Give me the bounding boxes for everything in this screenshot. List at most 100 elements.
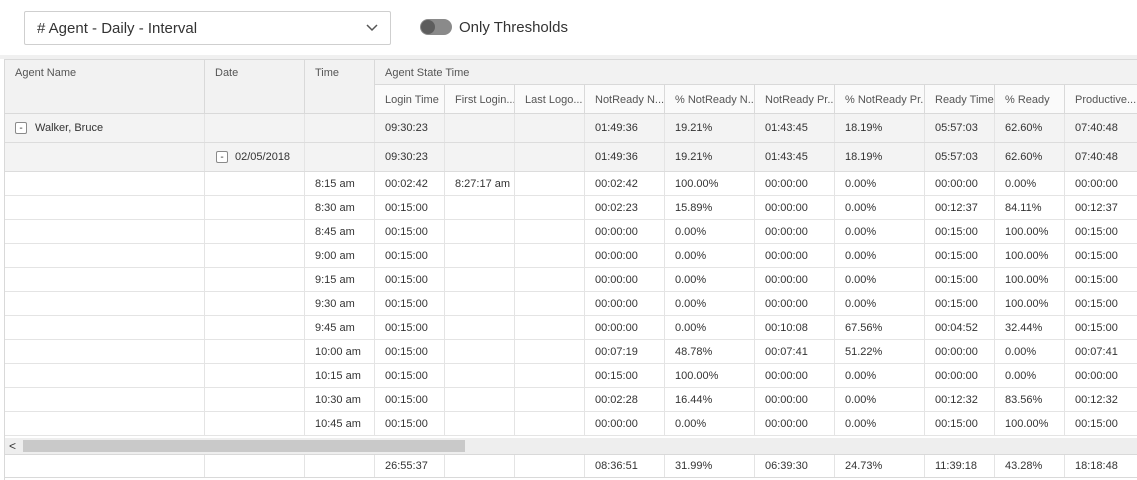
- cell-col-7: 67.56%: [835, 316, 925, 339]
- column-header-1[interactable]: Login Time: [375, 85, 445, 114]
- cell-col-6: 00:00:00: [755, 220, 835, 243]
- header-label: % NotReady N...: [675, 94, 755, 106]
- cell-col-10: 00:15:00: [1065, 316, 1137, 339]
- only-thresholds-toggle[interactable]: [420, 19, 452, 35]
- cell-col-3: [515, 388, 585, 411]
- report-select[interactable]: # Agent - Daily - Interval: [24, 11, 391, 45]
- cell-value: 62.60%: [1005, 151, 1043, 163]
- column-header-5[interactable]: % NotReady N...: [665, 85, 755, 114]
- cell-col-5: 19.21%: [665, 114, 755, 142]
- cell-value: 00:15:00: [1075, 417, 1118, 430]
- horizontal-scrollbar[interactable]: <: [5, 438, 1137, 454]
- table-row[interactable]: 9:30 am 00:15:00 00:00:00 0.00% 00:00:00 0.00…: [5, 292, 1137, 316]
- cell-col-6: 00:00:00: [755, 244, 835, 267]
- column-header-time[interactable]: Time: [305, 60, 375, 114]
- cell-value: 00:00:00: [765, 225, 808, 238]
- header-label: Date: [215, 67, 239, 79]
- table-row[interactable]: 10:00 am 00:15:00 00:07:19 48.78% 00:07:41 51…: [5, 340, 1137, 364]
- cell-value: 00:00:00: [1075, 177, 1118, 190]
- cell-value: 00:02:23: [595, 201, 638, 214]
- cell-value: 18.19%: [845, 151, 883, 163]
- cell-col-2: [445, 114, 515, 142]
- cell-value: 0.00%: [845, 369, 877, 382]
- cell-col-4: 00:02:28: [585, 388, 665, 411]
- date-cell: [205, 340, 305, 363]
- cell-col-5: 0.00%: [665, 316, 755, 339]
- header-label: Agent State Time: [385, 67, 470, 79]
- agent-name-cell: - Walker, Bruce: [5, 114, 205, 142]
- cell-value: 0.00%: [845, 201, 877, 214]
- column-header-2[interactable]: First Login...: [445, 85, 515, 114]
- cell-value: 00:07:41: [1075, 345, 1118, 358]
- total-value: 43.28%: [1005, 460, 1043, 472]
- cell-value: 15.89%: [675, 201, 713, 214]
- table-row[interactable]: 9:00 am 00:15:00 00:00:00 0.00% 00:00:00 0.00…: [5, 244, 1137, 268]
- cell-value: 0.00%: [845, 249, 877, 262]
- column-header-agent-name[interactable]: Agent Name: [5, 60, 205, 114]
- agent-group-row[interactable]: - Walker, Bruce 09:30:23 01:49:36 19.21% 01:4…: [5, 114, 1137, 143]
- cell-col-1: 00:15:00: [375, 412, 445, 435]
- column-header-10[interactable]: Productive...: [1065, 85, 1137, 114]
- column-header-6[interactable]: NotReady Pr...: [755, 85, 835, 114]
- cell-text: 8:45 am: [315, 225, 355, 238]
- collapse-toggle[interactable]: -: [216, 151, 228, 163]
- cell-col-4: 00:00:00: [585, 268, 665, 291]
- date-group-row[interactable]: -02/05/2018 09:30:23 01:49:36 19.21% 01:43:4…: [5, 143, 1137, 172]
- column-header-date[interactable]: Date: [205, 60, 305, 114]
- cell-col-3: [515, 196, 585, 219]
- table-row[interactable]: 9:45 am 00:15:00 00:00:00 0.00% 00:10:08 67.5…: [5, 316, 1137, 340]
- total-col-3: [515, 455, 585, 477]
- cell-value: 00:07:19: [595, 345, 638, 358]
- cell-value: 09:30:23: [385, 151, 428, 163]
- cell-value: 83.56%: [1005, 393, 1043, 406]
- cell-col-1: 00:15:00: [375, 292, 445, 315]
- column-header-9[interactable]: % Ready: [995, 85, 1065, 114]
- cell-col-5: 0.00%: [665, 220, 755, 243]
- column-header-8[interactable]: Ready Time: [925, 85, 995, 114]
- cell-value: 16.44%: [675, 393, 713, 406]
- cell-value: 0.00%: [845, 273, 877, 286]
- table-row[interactable]: 10:45 am 00:15:00 00:00:00 0.00% 00:00:00 0.0…: [5, 412, 1137, 436]
- cell-col-8: 00:15:00: [925, 292, 995, 315]
- cell-value: 00:15:00: [1075, 249, 1118, 262]
- column-header-3[interactable]: Last Logo...: [515, 85, 585, 114]
- table-row[interactable]: 8:30 am 00:15:00 00:02:23 15.89% 00:00:00 0.0…: [5, 196, 1137, 220]
- table-row[interactable]: 10:30 am 00:15:00 00:02:28 16.44% 00:00:00 0.…: [5, 388, 1137, 412]
- report-grid: Agent Name Date Time Agent State Time Login …: [4, 59, 1137, 480]
- cell-value: 00:15:00: [385, 225, 428, 238]
- cell-col-6: 00:00:00: [755, 388, 835, 411]
- cell-col-10: 00:15:00: [1065, 220, 1137, 243]
- table-row[interactable]: 10:15 am 00:15:00 00:15:00 100.00% 00:00:00 0…: [5, 364, 1137, 388]
- cell-col-1: 00:15:00: [375, 316, 445, 339]
- table-row[interactable]: 8:15 am 00:02:42 8:27:17 am 00:02:42 100.00%…: [5, 172, 1137, 196]
- column-header-7[interactable]: % NotReady Pr...: [835, 85, 925, 114]
- cell-value: 00:15:00: [935, 297, 978, 310]
- cell-value: 62.60%: [1005, 122, 1043, 134]
- cell-value: 0.00%: [845, 417, 877, 430]
- table-row[interactable]: 9:15 am 00:15:00 00:00:00 0.00% 00:00:00 0.00…: [5, 268, 1137, 292]
- column-header-4[interactable]: NotReady N...: [585, 85, 665, 114]
- cell-value: 00:15:00: [1075, 297, 1118, 310]
- cell-col-1: 00:15:00: [375, 244, 445, 267]
- total-col-8: 11:39:18: [925, 455, 995, 477]
- cell-value: 19.21%: [675, 122, 713, 134]
- cell-col-1: 00:15:00: [375, 268, 445, 291]
- cell-value: 8:27:17 am: [455, 177, 511, 190]
- time-cell: [305, 114, 375, 142]
- cell-col-2: [445, 244, 515, 267]
- date-cell: [205, 114, 305, 142]
- cell-col-10: 00:15:00: [1065, 412, 1137, 435]
- agent-name-cell: [5, 364, 205, 387]
- table-row[interactable]: 8:45 am 00:15:00 00:00:00 0.00% 00:00:00 0.00…: [5, 220, 1137, 244]
- collapse-toggle[interactable]: -: [15, 122, 27, 134]
- scrollbar-thumb[interactable]: [23, 440, 465, 452]
- cell-col-8: 00:15:00: [925, 268, 995, 291]
- cell-text: 9:45 am: [315, 321, 355, 334]
- scroll-left-arrow[interactable]: <: [9, 439, 16, 453]
- time-cell: 8:45 am: [305, 220, 375, 243]
- cell-col-5: 0.00%: [665, 292, 755, 315]
- cell-col-1: 09:30:23: [375, 143, 445, 171]
- cell-value: 07:40:48: [1075, 151, 1118, 163]
- total-value: 24.73%: [845, 460, 883, 472]
- cell-col-8: 00:04:52: [925, 316, 995, 339]
